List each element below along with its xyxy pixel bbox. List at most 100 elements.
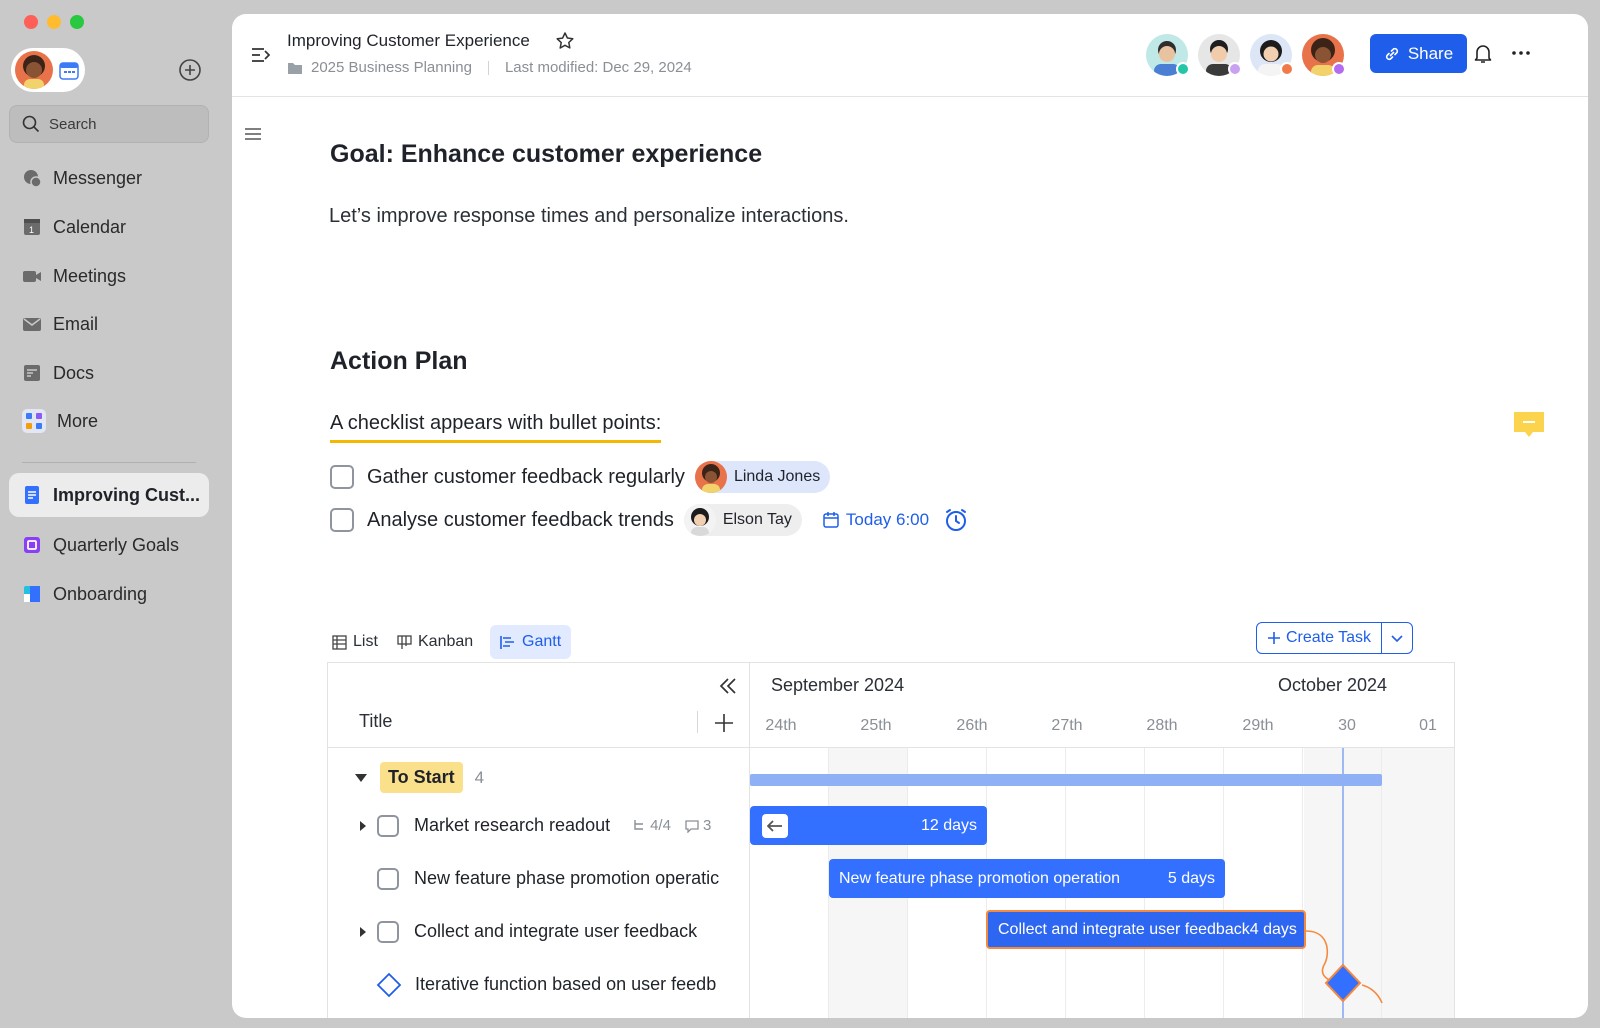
doc-title[interactable]: Improving Customer Experience bbox=[287, 31, 530, 51]
nav-calendar[interactable]: 1 Calendar bbox=[9, 205, 209, 249]
pinned-doc-improving[interactable]: Improving Cust... bbox=[9, 473, 209, 517]
group-label: To Start bbox=[380, 762, 463, 793]
day-label: 26th bbox=[956, 717, 988, 734]
column-separator bbox=[697, 711, 698, 733]
add-icon[interactable] bbox=[178, 58, 202, 82]
messenger-icon bbox=[24, 170, 42, 188]
task-title[interactable]: Collect and integrate user feedback bbox=[414, 921, 697, 942]
task-row[interactable]: Market research readout 4/4 3 bbox=[328, 799, 749, 852]
create-task-button[interactable]: Create Task bbox=[1256, 622, 1413, 654]
onboarding-icon bbox=[24, 586, 40, 602]
task-title[interactable]: Iterative function based on user feedb bbox=[415, 974, 716, 995]
pinned-quarterly-goals[interactable]: Quarterly Goals bbox=[9, 523, 209, 567]
task-text[interactable]: Gather customer feedback regularly bbox=[367, 466, 685, 489]
day-label: 01 bbox=[1419, 717, 1437, 734]
nav-label: Meetings bbox=[53, 265, 127, 286]
assignee-mention[interactable]: Elson Tay bbox=[683, 504, 802, 536]
task-checkbox[interactable] bbox=[377, 920, 399, 943]
comment-count-icon bbox=[685, 819, 699, 833]
caret-down-icon[interactable] bbox=[354, 773, 368, 783]
gantt-bar[interactable]: 12 days bbox=[750, 806, 987, 845]
task-row[interactable]: Collect and integrate user feedback bbox=[328, 905, 749, 958]
assignee-name: Elson Tay bbox=[722, 511, 792, 528]
tab-label: List bbox=[353, 633, 378, 650]
tab-gantt[interactable]: Gantt bbox=[490, 625, 572, 659]
tab-label: Kanban bbox=[418, 633, 474, 650]
collaborator-avatar[interactable] bbox=[1302, 34, 1346, 76]
task-checkbox[interactable] bbox=[330, 508, 354, 532]
tab-kanban[interactable]: Kanban bbox=[387, 625, 483, 659]
sidebar: Search Messenger 1 Calendar Meetings Ema… bbox=[0, 0, 232, 1028]
more-icon[interactable] bbox=[1510, 42, 1532, 64]
outline-icon[interactable] bbox=[244, 126, 262, 142]
collaborator-avatar[interactable] bbox=[1146, 34, 1190, 76]
collaborator-avatar[interactable] bbox=[1250, 34, 1294, 76]
user-avatar bbox=[15, 51, 53, 89]
nav-email[interactable]: Email bbox=[9, 302, 209, 346]
create-task-main[interactable]: Create Task bbox=[1257, 623, 1382, 653]
kanban-icon bbox=[397, 634, 412, 649]
gantt-bar[interactable]: New feature phase promotion operation 5 … bbox=[829, 859, 1225, 898]
group-summary-bar[interactable] bbox=[750, 774, 1382, 786]
task-checkbox[interactable] bbox=[330, 465, 354, 489]
group-row[interactable]: To Start 4 bbox=[328, 751, 749, 804]
search-input[interactable]: Search bbox=[9, 105, 209, 143]
nav-messenger[interactable]: Messenger bbox=[9, 156, 209, 200]
caret-right-icon[interactable] bbox=[359, 820, 367, 832]
due-date[interactable]: Today 6:00 bbox=[822, 510, 929, 530]
caret-right-icon[interactable] bbox=[359, 926, 367, 938]
task-row[interactable]: New feature phase promotion operatic bbox=[328, 852, 749, 905]
toggle-sidebar-icon[interactable] bbox=[250, 44, 272, 66]
task-checkbox[interactable] bbox=[377, 867, 399, 890]
alarm-icon[interactable] bbox=[943, 507, 969, 533]
nav-docs[interactable]: Docs bbox=[9, 351, 209, 395]
share-button[interactable]: Share bbox=[1370, 34, 1467, 73]
chevron-down-icon bbox=[1391, 635, 1403, 643]
gantt-bar-selected[interactable]: Collect and integrate user feedback 4 da… bbox=[986, 910, 1306, 949]
add-column-icon[interactable] bbox=[714, 713, 734, 733]
day-label: 30 bbox=[1338, 717, 1356, 734]
bell-icon[interactable] bbox=[1472, 42, 1494, 64]
calendar-icon bbox=[823, 512, 839, 528]
tab-list[interactable]: List bbox=[322, 625, 388, 659]
task-checkbox[interactable] bbox=[377, 814, 399, 837]
task-meta: 4/4 3 bbox=[632, 817, 711, 834]
calendar-icon: 1 bbox=[24, 219, 40, 235]
task-title[interactable]: New feature phase promotion operatic bbox=[414, 868, 719, 889]
day-label: 28th bbox=[1146, 717, 1178, 734]
bar-duration: 12 days bbox=[920, 816, 977, 834]
nav-more[interactable]: More bbox=[9, 399, 209, 443]
bar-duration: 5 days bbox=[1167, 869, 1215, 887]
gantt-chart: Title To Start 4 Market research readout… bbox=[327, 662, 1455, 1018]
share-label: Share bbox=[1407, 43, 1454, 63]
task-text[interactable]: Analyse customer feedback trends bbox=[367, 509, 674, 532]
collaborator-avatar[interactable] bbox=[1198, 34, 1242, 76]
create-task-dropdown[interactable] bbox=[1382, 623, 1412, 653]
nav-meetings[interactable]: Meetings bbox=[9, 254, 209, 298]
milestone-diamond[interactable] bbox=[1321, 961, 1365, 1005]
nav-label: Docs bbox=[53, 362, 95, 383]
pinned-onboarding[interactable]: Onboarding bbox=[9, 572, 209, 616]
profile-switcher[interactable] bbox=[11, 48, 85, 92]
star-icon[interactable] bbox=[555, 31, 575, 51]
collapse-panel-icon[interactable] bbox=[717, 675, 739, 697]
task-row[interactable]: Iterative function based on user feedb bbox=[328, 958, 749, 1011]
checklist-item: Gather customer feedback regularly Linda… bbox=[330, 461, 831, 493]
subtask-icon bbox=[634, 819, 644, 830]
mail-icon bbox=[23, 318, 41, 331]
day-label: 25th bbox=[860, 717, 892, 734]
month-label: September 2024 bbox=[771, 675, 905, 695]
folder-link[interactable]: 2025 Business Planning bbox=[311, 59, 472, 76]
bar-label: Collect and integrate user feedback bbox=[998, 920, 1250, 938]
weekend-column bbox=[1383, 748, 1454, 1018]
goal-text: Let’s improve response times and persona… bbox=[329, 205, 849, 227]
pinned-label: Onboarding bbox=[53, 583, 148, 604]
milestone-icon[interactable] bbox=[376, 972, 402, 998]
assignee-name: Linda Jones bbox=[733, 468, 821, 485]
month-label: October 2024 bbox=[1278, 675, 1388, 695]
comment-icon[interactable] bbox=[1512, 410, 1546, 440]
arrow-left-icon[interactable] bbox=[762, 813, 788, 838]
action-plan-heading: Action Plan bbox=[330, 347, 468, 375]
task-title[interactable]: Market research readout bbox=[414, 815, 610, 836]
assignee-mention[interactable]: Linda Jones bbox=[694, 461, 831, 493]
